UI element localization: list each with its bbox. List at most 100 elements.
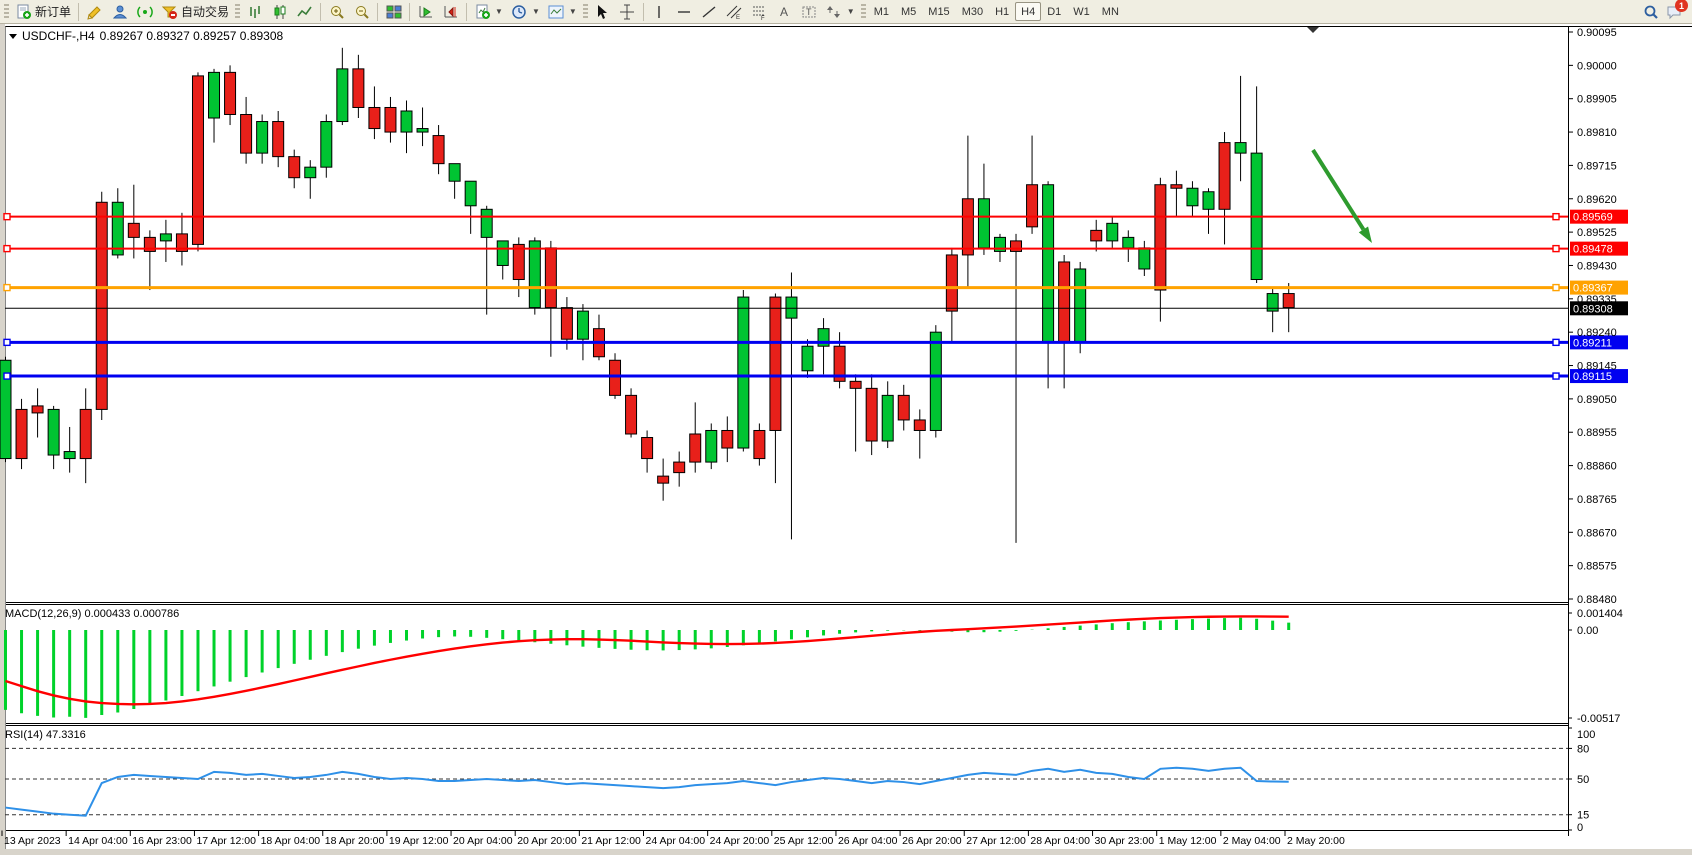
- candle[interactable]: [513, 244, 524, 279]
- candle[interactable]: [353, 69, 364, 108]
- chat-icon[interactable]: 1: [1665, 3, 1682, 20]
- candle[interactable]: [1123, 237, 1134, 248]
- candle[interactable]: [64, 452, 75, 459]
- auto-trading-button[interactable]: 自动交易: [157, 1, 233, 22]
- candle[interactable]: [946, 255, 957, 311]
- candle[interactable]: [209, 72, 220, 118]
- hline-anchor[interactable]: [1553, 285, 1559, 291]
- candle[interactable]: [1139, 248, 1150, 269]
- candle[interactable]: [577, 311, 588, 339]
- timeframe-m5-button[interactable]: M5: [895, 2, 922, 21]
- candle[interactable]: [449, 164, 460, 182]
- trendline-button[interactable]: [697, 1, 722, 22]
- hline-anchor[interactable]: [1553, 214, 1559, 220]
- candle[interactable]: [930, 332, 941, 430]
- candle[interactable]: [32, 406, 43, 413]
- hline-anchor[interactable]: [1553, 246, 1559, 252]
- candle[interactable]: [1203, 192, 1214, 210]
- tile-windows-button[interactable]: [381, 1, 406, 22]
- candle[interactable]: [1043, 185, 1054, 343]
- candle[interactable]: [337, 69, 348, 122]
- hline-anchor[interactable]: [1553, 339, 1559, 345]
- timeframe-m15-button[interactable]: M15: [922, 2, 955, 21]
- hline-anchor[interactable]: [4, 285, 10, 291]
- candle[interactable]: [417, 129, 428, 133]
- chart-area[interactable]: 0.895690.894780.893670.892110.891150.893…: [0, 24, 1692, 855]
- candle[interactable]: [1235, 143, 1246, 154]
- new-chart-button[interactable]: ▼: [470, 1, 507, 22]
- candle[interactable]: [850, 381, 861, 388]
- hline-anchor[interactable]: [4, 373, 10, 379]
- candle[interactable]: [1283, 294, 1294, 308]
- zoom-in-button[interactable]: [324, 1, 349, 22]
- candle[interactable]: [369, 107, 380, 128]
- search-icon[interactable]: [1642, 3, 1659, 20]
- hline-anchor[interactable]: [4, 339, 10, 345]
- candle[interactable]: [273, 122, 284, 157]
- candle[interactable]: [305, 167, 316, 178]
- arrows-button[interactable]: ▼: [822, 1, 859, 22]
- candle[interactable]: [401, 111, 412, 132]
- candle[interactable]: [80, 409, 91, 458]
- candle[interactable]: [642, 438, 653, 459]
- candle[interactable]: [112, 202, 123, 255]
- candle[interactable]: [1059, 262, 1070, 343]
- timeframe-d1-button[interactable]: D1: [1041, 2, 1067, 21]
- candle[interactable]: [770, 297, 781, 430]
- candle[interactable]: [754, 430, 765, 458]
- channel-button[interactable]: E: [722, 1, 747, 22]
- candle[interactable]: [1091, 230, 1102, 241]
- candle[interactable]: [1219, 143, 1230, 210]
- candle[interactable]: [1155, 185, 1166, 290]
- candle[interactable]: [706, 430, 717, 462]
- candle[interactable]: [241, 115, 252, 154]
- candle[interactable]: [16, 409, 27, 458]
- text-label-button[interactable]: T: [797, 1, 822, 22]
- crayon-button[interactable]: [82, 1, 107, 22]
- candle[interactable]: [1171, 185, 1182, 189]
- timeframe-mn-button[interactable]: MN: [1096, 2, 1125, 21]
- new-order-button[interactable]: 新订单: [11, 1, 75, 22]
- candle[interactable]: [690, 434, 701, 462]
- candle[interactable]: [225, 72, 236, 114]
- vertical-line-button[interactable]: [647, 1, 672, 22]
- chart-shift-button[interactable]: [438, 1, 463, 22]
- timeframe-m30-button[interactable]: M30: [956, 2, 989, 21]
- zoom-out-button[interactable]: [349, 1, 374, 22]
- candle[interactable]: [674, 462, 685, 473]
- candle[interactable]: [497, 241, 508, 266]
- template-button[interactable]: ▼: [544, 1, 581, 22]
- candle[interactable]: [192, 76, 203, 245]
- profile-button[interactable]: [107, 1, 132, 22]
- candle[interactable]: [1027, 185, 1038, 227]
- hline-anchor[interactable]: [4, 246, 10, 252]
- candle[interactable]: [321, 122, 332, 168]
- timeframe-h1-button[interactable]: H1: [989, 2, 1015, 21]
- candle[interactable]: [802, 346, 813, 371]
- bar-chart-button[interactable]: [242, 1, 267, 22]
- line-chart-button[interactable]: [292, 1, 317, 22]
- candle[interactable]: [1187, 188, 1198, 206]
- candle[interactable]: [658, 476, 669, 483]
- candle-chart-button[interactable]: [267, 1, 292, 22]
- candle[interactable]: [626, 395, 637, 434]
- timeframe-h4-button[interactable]: H4: [1015, 2, 1041, 21]
- fibonacci-button[interactable]: F: [747, 1, 772, 22]
- hline-anchor[interactable]: [4, 214, 10, 220]
- candle[interactable]: [898, 395, 909, 420]
- candle[interactable]: [882, 395, 893, 441]
- candle[interactable]: [160, 234, 171, 241]
- candle[interactable]: [1011, 241, 1022, 252]
- candle[interactable]: [48, 409, 59, 455]
- candle[interactable]: [481, 209, 492, 237]
- candle[interactable]: [738, 297, 749, 448]
- timeframe-w1-button[interactable]: W1: [1067, 2, 1096, 21]
- symbol-dropdown-icon[interactable]: [9, 34, 17, 39]
- candle[interactable]: [545, 248, 556, 308]
- candle[interactable]: [1075, 269, 1086, 343]
- candle[interactable]: [96, 202, 107, 409]
- candle[interactable]: [257, 122, 268, 154]
- candle[interactable]: [978, 199, 989, 248]
- candle[interactable]: [1107, 223, 1118, 241]
- candle[interactable]: [866, 388, 877, 441]
